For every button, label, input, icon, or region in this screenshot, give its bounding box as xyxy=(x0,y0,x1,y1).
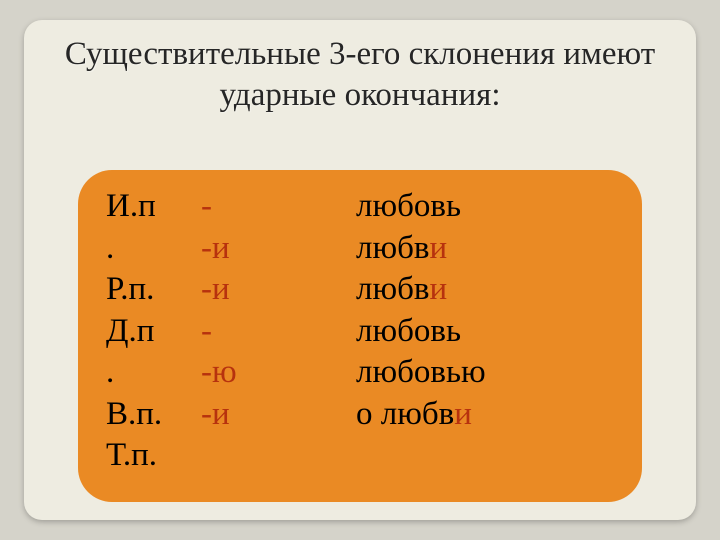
slide: Существительные 3-его склонения имеют уд… xyxy=(24,20,696,520)
word-cell: любовь xyxy=(356,311,620,353)
ending-cell: -ю xyxy=(201,352,356,394)
table-row: Т.п. xyxy=(106,435,620,477)
word-cell xyxy=(356,435,620,477)
case-label: . xyxy=(106,352,201,394)
table-row: Д.п - любовь xyxy=(106,311,620,353)
case-label: Т.п. xyxy=(106,435,201,477)
case-label: И.п xyxy=(106,186,201,228)
case-label: Д.п xyxy=(106,311,201,353)
table-row: . -ю любовью xyxy=(106,352,620,394)
case-label: . xyxy=(106,228,201,270)
ending-cell: - xyxy=(201,311,356,353)
ending-cell: -и xyxy=(201,394,356,436)
case-label: В.п. xyxy=(106,394,201,436)
ending-cell: - xyxy=(201,186,356,228)
ending-cell xyxy=(201,435,356,477)
case-label: Р.п. xyxy=(106,269,201,311)
declension-card: И.п - любовь . -и любви Р.п. -и любви Д.… xyxy=(78,170,642,502)
ending-cell: -и xyxy=(201,228,356,270)
table-row: Р.п. -и любви xyxy=(106,269,620,311)
table-row: В.п. -и о любви xyxy=(106,394,620,436)
table-row: И.п - любовь xyxy=(106,186,620,228)
word-cell: о любви xyxy=(356,394,620,436)
word-cell: любовь xyxy=(356,186,620,228)
word-cell: любовью xyxy=(356,352,620,394)
slide-title: Существительные 3-его склонения имеют уд… xyxy=(24,20,696,133)
word-cell: любви xyxy=(356,269,620,311)
table-row: . -и любви xyxy=(106,228,620,270)
word-cell: любви xyxy=(356,228,620,270)
ending-cell: -и xyxy=(201,269,356,311)
